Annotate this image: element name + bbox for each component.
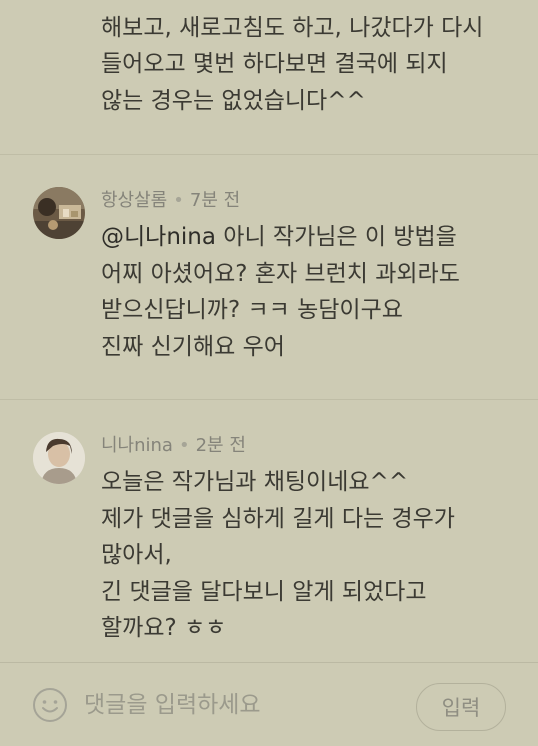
comment-line: 들어오고 몇번 하다보면 결국에 되지	[101, 51, 448, 77]
smiley-icon[interactable]	[32, 687, 68, 723]
comment-input[interactable]	[84, 685, 394, 725]
comment-line: 받으신답니까? ㅋㅋ 농담이구요	[101, 297, 403, 323]
comment-meta: 니나nina • 2분 전	[101, 431, 246, 457]
author-name[interactable]: 니나nina	[101, 435, 173, 456]
comment-line: 긴 댓글을 달다보니 알게 되었다고	[101, 578, 427, 605]
comment-body: 오늘은 작가님과 채팅이네요^^ 제가 댓글을 심하게 길게 다는 경우가 많아…	[101, 464, 521, 647]
mention-link[interactable]: @니나nina	[101, 224, 216, 250]
comment-line: 어찌 아셨어요? 혼자 브런치 과외라도	[101, 260, 460, 287]
comment-body: @니나nina 아니 작가님은 이 방법을 어찌 아셨어요? 혼자 브런치 과외…	[101, 219, 521, 365]
comment-line: 제가 댓글을 심하게 길게 다는 경우가	[101, 505, 455, 532]
timestamp: 2분 전	[195, 435, 246, 456]
separator-dot: •	[178, 435, 190, 456]
separator-dot: •	[173, 190, 184, 211]
avatar[interactable]	[33, 432, 85, 484]
comment-composer: 입력	[0, 662, 538, 746]
author-name[interactable]: 항상살롬	[101, 190, 167, 211]
avatar[interactable]	[33, 187, 85, 239]
comment-line: 해보고, 새로고침도 하고, 나갔다가 다시	[101, 14, 484, 41]
comment-item: 항상살롬 • 7분 전 @니나nina 아니 작가님은 이 방법을 어찌 아셨어요?…	[0, 155, 538, 399]
submit-button[interactable]: 입력	[416, 683, 506, 731]
comment-feed[interactable]: 해보고, 새로고침도 하고, 나갔다가 다시 들어오고 몇번 하다보면 결국에 …	[0, 0, 538, 662]
comment-meta: 항상살롬 • 7분 전	[101, 186, 240, 212]
comment-item: 해보고, 새로고침도 하고, 나갔다가 다시 들어오고 몇번 하다보면 결국에 …	[0, 0, 538, 155]
comment-line: 할까요? ㅎㅎ	[101, 615, 227, 641]
comment-line: 진짜 신기해요 우어	[101, 333, 285, 360]
comment-line: 오늘은 작가님과 채팅이네요^^	[101, 469, 409, 495]
timestamp: 7분 전	[189, 190, 241, 211]
comment-line: @니나nina 아니 작가님은 이 방법을	[101, 219, 521, 256]
comment-item: 니나nina • 2분 전 오늘은 작가님과 채팅이네요^^ 제가 댓글을 심하게 …	[0, 400, 538, 662]
comment-line-text: 아니 작가님은 이 방법을	[223, 224, 457, 250]
comment-line: 많아서,	[101, 542, 172, 568]
comment-body: 해보고, 새로고침도 하고, 나갔다가 다시 들어오고 몇번 하다보면 결국에 …	[101, 0, 521, 119]
comment-line: 않는 경우는 없었습니다^^	[101, 87, 366, 114]
